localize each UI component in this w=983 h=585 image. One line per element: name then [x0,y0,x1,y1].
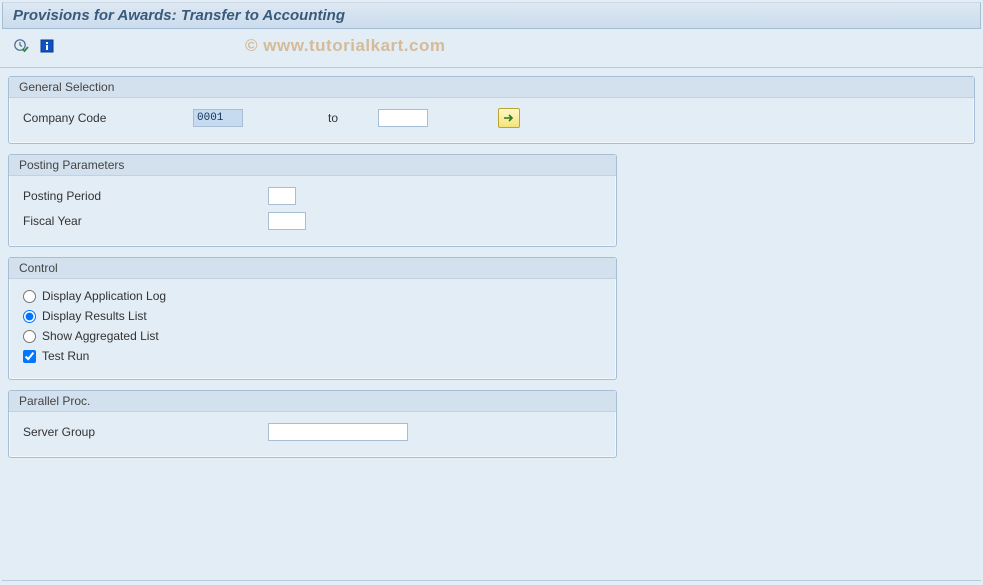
execute-button[interactable] [10,37,32,57]
fiscal-year-input[interactable] [268,212,306,230]
company-code-from-input[interactable] [193,109,243,127]
group-title-general: General Selection [9,77,974,98]
group-title-parallel: Parallel Proc. [9,391,616,412]
multiple-selection-button[interactable] [498,108,520,128]
group-general-selection: General Selection Company Code to [8,76,975,144]
test-run-checkbox[interactable] [23,350,36,363]
info-button[interactable] [36,37,58,57]
content-area: General Selection Company Code to [0,72,983,472]
display-results-label: Display Results List [42,309,147,323]
page-title: Provisions for Awards: Transfer to Accou… [2,2,981,29]
posting-period-label: Posting Period [23,189,268,203]
group-title-posting: Posting Parameters [9,155,616,176]
fiscal-year-label: Fiscal Year [23,214,268,228]
server-group-label: Server Group [23,425,268,439]
posting-period-input[interactable] [268,187,296,205]
clock-check-icon [13,38,29,57]
group-control: Control Display Application Log Display … [8,257,617,380]
company-code-label: Company Code [23,111,193,125]
server-group-input[interactable] [268,423,408,441]
group-posting-parameters: Posting Parameters Posting Period Fiscal… [8,154,617,247]
footer-divider [2,578,981,581]
info-icon [40,39,54,56]
test-run-label: Test Run [42,349,89,363]
show-aggregated-label: Show Aggregated List [42,329,159,343]
display-app-log-radio[interactable] [23,290,36,303]
group-title-control: Control [9,258,616,279]
arrow-right-icon [503,111,515,126]
to-label: to [328,111,338,125]
toolbar [0,31,983,68]
display-results-radio[interactable] [23,310,36,323]
group-parallel-proc: Parallel Proc. Server Group [8,390,617,458]
display-app-log-label: Display Application Log [42,289,166,303]
show-aggregated-radio[interactable] [23,330,36,343]
company-code-to-input[interactable] [378,109,428,127]
